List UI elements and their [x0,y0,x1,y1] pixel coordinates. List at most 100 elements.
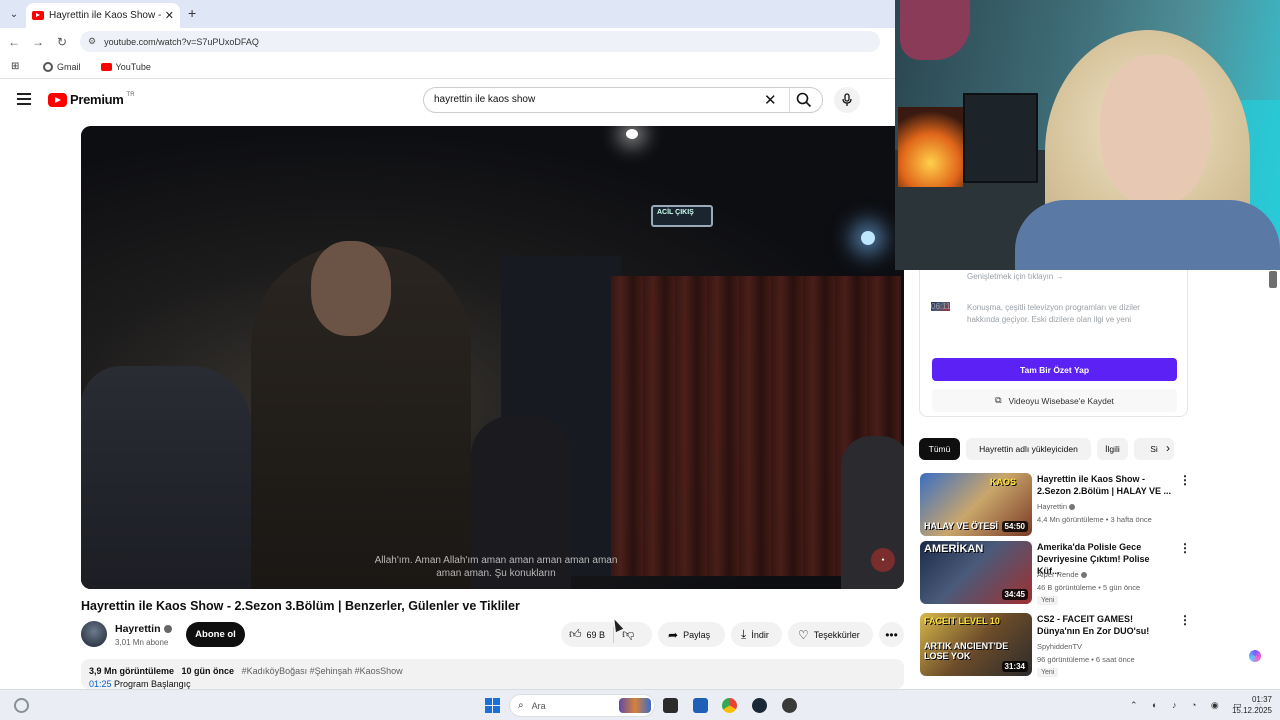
recommendation-channel[interactable]: Hayrettin [1037,502,1067,511]
thanks-heart-dollar-icon: ♡ [798,627,809,642]
download-button[interactable]: ⤓ İndir [731,622,782,647]
chip-all[interactable]: Tümü [919,438,960,460]
recommendation-more-icon[interactable]: ⋮ [1179,541,1191,555]
taskbar-clock[interactable]: 01:37 15.12.2025 [1228,694,1272,716]
url-field[interactable]: ⚙ youtube.com/watch?v=S7uPUxoDFAQ [80,31,880,52]
new-tab-button[interactable]: + [188,5,196,21]
youtube-premium-logo[interactable]: Premium TR [48,92,135,107]
recommendation-channel[interactable]: SpyhiddenTV [1037,642,1082,651]
chip-from-uploader[interactable]: Hayrettin adlı yükleyiciden [966,438,1091,460]
video-description[interactable]: 3,9 Mn görüntüleme 10 gün önce #KadıköyB… [81,659,904,689]
tab-search-menu-icon[interactable]: ⌄ [5,5,23,23]
search-box[interactable]: hayrettin ile kaos show ✕ [423,87,823,113]
thumbnail-text-top: FACEIT LEVEL 10 [924,616,1000,626]
site-info-icon[interactable]: ⚙ [88,36,96,47]
share-arrow-icon: ➦ [668,627,679,642]
reload-icon[interactable]: ↻ [52,35,72,49]
channel-avatar[interactable] [81,621,107,647]
video-scene-spotlight [861,231,875,245]
recommendation-more-icon[interactable]: ⋮ [1179,613,1191,627]
steam-icon[interactable] [752,698,767,713]
summary-timestamp[interactable]: 06:11 [931,302,951,311]
thumbnail-text-top: AMERİKAN [924,543,984,555]
taskbar-search[interactable]: ⌕ Ara [509,694,655,717]
share-button[interactable]: ➦ Paylaş [658,622,725,647]
taskbar-search-icon: ⌕ [518,700,524,711]
search-input[interactable]: hayrettin ile kaos show [434,94,535,105]
page-scrollbar[interactable] [1269,271,1277,288]
app-icon[interactable] [782,698,797,713]
chapter-title: Program Başlangıç [114,679,191,689]
chapter-timestamp[interactable]: 01:25 [89,679,112,689]
verified-check-icon [1069,504,1076,511]
webcam-person-face [1100,55,1210,205]
full-summary-button[interactable]: Tam Bir Özet Yap [932,358,1177,381]
channel-name-row[interactable]: Hayrettin [115,623,172,635]
recommendation-channel-row[interactable]: Alper Rende [1037,570,1087,579]
tab-close-icon[interactable]: ✕ [165,9,174,22]
like-count[interactable]: 69 B [587,630,606,640]
download-label: İndir [751,629,769,640]
chapter-line: 01:25 Program Başlangıç [89,679,896,689]
bookmark-gmail[interactable]: Gmail [43,61,81,72]
new-badge: Yeni [1037,668,1059,677]
webcam-person-shirt [1015,200,1280,270]
apps-grid-icon[interactable]: ⊞ [11,61,23,72]
channel-name[interactable]: Hayrettin [115,623,161,635]
tab-title: Hayrettin ile Kaos Show - 2.Se [49,10,161,21]
recommendation-title[interactable]: CS2 - FACEIT GAMES! Dünya'nın En Zor DUO… [1037,613,1172,637]
like-thumb-up-icon[interactable]: 👍︎ [569,627,582,642]
voice-search-mic-icon[interactable] [834,87,860,113]
widgets-icon[interactable] [14,698,29,713]
channel-watermark-icon[interactable]: ● [871,548,895,572]
hashtags[interactable]: #KadıköyBoğası #Şehinşah #KaosShow [242,666,403,676]
summary-expand-hint[interactable]: Genişletmek için tıklayın → [967,272,1063,281]
clear-search-icon[interactable]: ✕ [764,91,777,109]
windows-start-icon[interactable] [485,698,500,713]
menu-hamburger-icon[interactable] [17,93,31,108]
bookmarks-bar: ⊞ Gmail YouTube [0,55,895,79]
chip-related[interactable]: İlgili [1097,438,1128,460]
subscriber-count: 3,01 Mn abone [115,638,169,647]
recommendation-item[interactable]: KAOS HALAY VE ÖTESİ 54:50 Hayrettin ile … [919,473,1191,537]
region-code: TR [126,91,135,98]
recommendation-channel-row[interactable]: Hayrettin [1037,502,1076,511]
chrome-icon[interactable] [722,698,737,713]
browser-tab-active[interactable]: Hayrettin ile Kaos Show - 2.Se ✕ [26,3,180,28]
search-icon[interactable] [796,92,812,108]
back-arrow-icon[interactable]: ← [4,35,24,49]
bookmark-youtube[interactable]: YouTube [100,62,151,72]
task-view-icon[interactable] [663,698,678,713]
view-count: 3,9 Mn görüntüleme [89,666,175,676]
thanks-button[interactable]: ♡ Teşekkürler [788,622,873,647]
subscribe-button[interactable]: Abone ol [186,622,245,647]
recommendation-thumbnail[interactable]: AMERİKAN 34:45 [920,541,1032,604]
save-to-wisebase-button[interactable]: ⧉ Videoyu Wisebase'e Kaydet [932,389,1177,412]
dislike-thumb-down-icon[interactable]: 👎︎ [622,627,634,642]
thanks-label: Teşekkürler [813,629,860,640]
recommendation-channel-row[interactable]: SpyhiddenTV [1037,642,1082,651]
taskbar-search-placeholder: Ara [531,700,546,711]
browser-tab-bar: ⌄ Hayrettin ile Kaos Show - 2.Se ✕ + [0,0,895,28]
recommendation-title[interactable]: Hayrettin ile Kaos Show - 2.Sezon 2.Bölü… [1037,473,1172,497]
recommendation-more-icon[interactable]: ⋮ [1179,473,1191,487]
forward-arrow-icon[interactable]: → [28,35,48,49]
recommendation-thumbnail[interactable]: KAOS HALAY VE ÖTESİ 54:50 [920,473,1032,536]
verified-check-icon [1080,572,1087,579]
chips-next-arrow-icon[interactable]: › [1166,441,1170,455]
thumbnail-text-bottom: ARTIK ANCIENT'DE LOSE YOK [924,641,1009,661]
recommendation-item[interactable]: FACEIT LEVEL 10 ARTIK ANCIENT'DE LOSE YO… [919,613,1191,677]
clock-date: 15.12.2025 [1231,706,1272,715]
video-player[interactable]: ACİL ÇIKIŞ Allah'ım. Aman Allah'ım aman … [81,126,904,589]
webcam-overlay [895,0,1280,270]
more-actions-icon[interactable]: ••• [879,622,904,647]
video-subtitle: Allah'ım. Aman Allah'ım aman aman aman a… [374,555,618,579]
recommendation-thumbnail[interactable]: FACEIT LEVEL 10 ARTIK ANCIENT'DE LOSE YO… [920,613,1032,676]
extension-floating-icon[interactable] [1249,650,1261,662]
recommendation-channel[interactable]: Alper Rende [1037,570,1079,579]
clock-time: 01:37 [1251,695,1272,704]
new-badge: Yeni [1037,596,1059,605]
recommendation-item[interactable]: AMERİKAN 34:45 Amerika'da Polisle Gece D… [919,541,1191,605]
store-icon[interactable] [693,698,708,713]
video-title: Hayrettin ile Kaos Show - 2.Sezon 3.Bölü… [81,599,520,613]
